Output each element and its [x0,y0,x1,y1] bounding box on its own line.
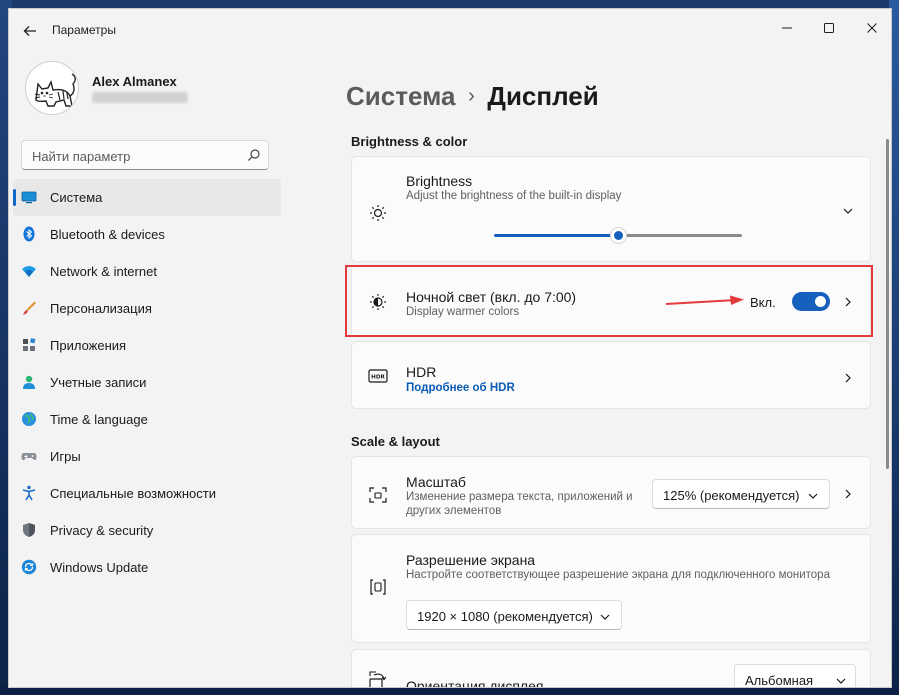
resolution-dropdown-value: 1920 × 1080 (рекомендуется) [417,609,593,624]
sidebar-item-gaming[interactable]: Игры [13,438,281,475]
orientation-icon [369,671,387,687]
back-arrow-icon[interactable] [21,22,39,40]
orientation-card[interactable]: Ориентация дисплея Альбомная [351,649,871,688]
scale-subtitle-line2: других элементов [406,505,502,517]
sidebar-item-time-language[interactable]: Time & language [13,401,281,438]
sidebar-item-label: Bluetooth & devices [50,227,165,242]
system-icon [21,191,37,204]
chevron-right-icon[interactable] [842,372,854,384]
scale-subtitle-line1: Изменение размера текста, приложений и [406,491,633,503]
wifi-icon [22,266,36,277]
section-title-brightness-color: Brightness & color [351,134,468,149]
hdr-icon: HDR [368,369,388,383]
brightness-title: Brightness [406,173,473,189]
close-icon [867,23,877,33]
hdr-card[interactable]: HDR HDR Подробнее об HDR [351,341,871,409]
sidebar-nav: Система Bluetooth & devices Network & in… [9,179,289,586]
sidebar-item-label: Персонализация [50,301,152,316]
chevron-right-icon[interactable] [842,488,854,500]
sidebar-item-apps[interactable]: Приложения [13,327,281,364]
resolution-title: Разрешение экрана [406,552,536,568]
person-icon [23,375,35,389]
scale-icon [369,487,387,503]
resolution-icon [370,579,386,595]
highlight-box [345,265,873,337]
sidebar-item-label: Network & internet [50,264,157,279]
hdr-learn-more-link[interactable]: Подробнее об HDR [406,382,515,394]
user-profile[interactable]: Alex Almanex [25,61,285,121]
search-input[interactable]: Найти параметр [21,140,269,170]
hdr-title: HDR [406,364,437,380]
chevron-down-icon [808,493,818,499]
orientation-title: Ориентация дисплея [406,678,544,688]
search-icon [248,149,260,161]
sidebar-item-accounts[interactable]: Учетные записи [13,364,281,401]
resolution-dropdown[interactable]: 1920 × 1080 (рекомендуется) [406,600,622,630]
brightness-slider-thumb[interactable] [610,227,627,244]
resolution-subtitle: Настройте соответствующее разрешение экр… [406,569,830,581]
brightness-slider-track[interactable] [624,234,742,237]
user-email-redacted [92,92,188,103]
search-placeholder: Найти параметр [32,149,131,164]
title-bar: Параметры [9,9,891,53]
chevron-down-icon [600,614,610,620]
sidebar-item-label: Privacy & security [50,523,154,538]
sidebar-item-label: Система [50,190,103,205]
scale-title: Масштаб [406,474,466,490]
sidebar-item-label: Специальные возможности [50,486,216,501]
brightness-sun-icon [370,205,386,221]
apps-icon [23,338,36,351]
scale-dropdown[interactable]: 125% (рекомендуется) [652,479,830,509]
minimize-button[interactable] [773,15,801,41]
orientation-dropdown-value: Альбомная [745,673,814,688]
content-scrollbar[interactable] [886,139,889,469]
breadcrumb-parent[interactable]: Система [346,81,455,111]
user-name: Alex Almanex [92,74,177,89]
close-button[interactable] [858,15,886,41]
sidebar-item-label: Time & language [50,412,148,427]
breadcrumb: Система › Дисплей [346,81,599,117]
cat-avatar-icon [34,73,76,107]
brush-icon [23,301,36,315]
svg-text:HDR: HDR [371,375,385,381]
chevron-down-icon [836,678,846,684]
breadcrumb-separator: › [468,85,475,107]
sidebar-item-label: Приложения [50,338,127,353]
globe-icon [22,412,36,426]
avatar[interactable] [25,61,79,115]
update-icon [21,559,37,575]
chevron-down-icon[interactable] [842,205,854,217]
sidebar-item-label: Учетные записи [50,375,147,390]
gamepad-icon [21,453,37,461]
maximize-button[interactable] [815,15,843,41]
sidebar-item-label: Windows Update [50,560,149,575]
brightness-card[interactable]: Brightness Adjust the brightness of the … [351,156,871,262]
brightness-subtitle: Adjust the brightness of the built-in di… [406,190,622,202]
sidebar-item-system[interactable]: Система [13,179,281,216]
sidebar-item-windows-update[interactable]: Windows Update [13,549,281,586]
shield-icon [23,523,35,537]
window-title: Параметры [52,23,116,37]
sidebar-item-label: Игры [50,449,81,464]
settings-window: Параметры Alex Almanex Найти параметр Си… [8,8,892,688]
sidebar-item-accessibility[interactable]: Специальные возможности [13,475,281,512]
orientation-dropdown[interactable]: Альбомная [734,664,856,688]
sidebar-item-personalization[interactable]: Персонализация [13,290,281,327]
resolution-card[interactable]: Разрешение экрана Настройте соответствую… [351,534,871,643]
scale-dropdown-value: 125% (рекомендуется) [663,488,800,503]
sidebar-item-privacy[interactable]: Privacy & security [13,512,281,549]
page-title: Дисплей [487,81,599,111]
sidebar-item-network[interactable]: Network & internet [13,253,281,290]
minimize-icon [782,27,792,29]
bluetooth-icon [23,226,35,242]
section-title-scale-layout: Scale & layout [351,434,440,449]
scale-card[interactable]: Масштаб Изменение размера текста, прилож… [351,456,871,529]
brightness-slider-filled[interactable] [494,234,618,237]
maximize-icon [824,23,834,33]
accessibility-icon [22,485,36,501]
sidebar-item-bluetooth[interactable]: Bluetooth & devices [13,216,281,253]
